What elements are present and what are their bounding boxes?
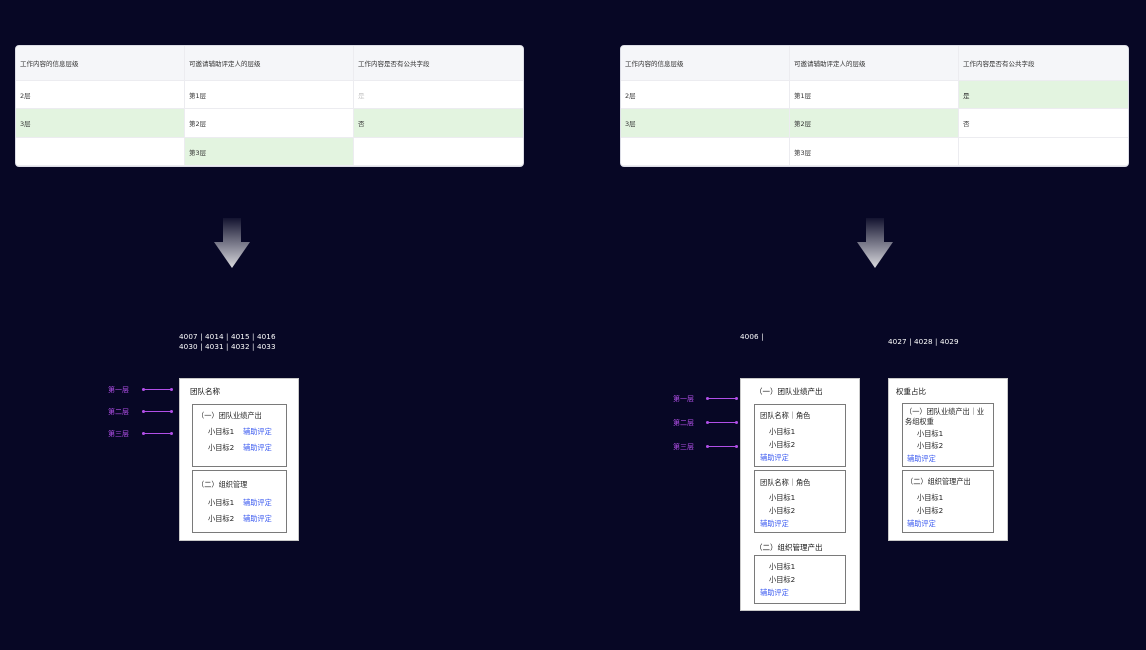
assist-evaluate-link[interactable]: 辅助评定: [760, 588, 789, 598]
level-label-3: 第三层: [673, 443, 694, 451]
level-dot: [170, 388, 173, 391]
level-label-2: 第二层: [108, 408, 129, 416]
table-cell: [621, 138, 790, 166]
assist-evaluate-link[interactable]: 辅助评定: [243, 443, 272, 453]
team-role-title: 团队名称｜角色: [760, 411, 811, 420]
table-cell: [16, 138, 185, 166]
sub-goal: 小目标2: [769, 440, 796, 449]
level-connector: [708, 398, 736, 399]
group-box: （一）团队业绩产出｜业 务组权重 小目标1 小目标2 辅助评定: [902, 403, 994, 467]
table-cell: 第2层: [790, 109, 959, 138]
group-title-cont: 务组权重: [905, 417, 934, 426]
sub-goal: 小目标1: [917, 429, 944, 438]
card-title: 权重占比: [896, 387, 926, 396]
table-cell: 是: [354, 81, 523, 109]
team-role-box: 团队名称｜角色 小目标1 小目标2 辅助评定: [754, 404, 846, 467]
sub-goal: 小目标2: [769, 506, 796, 515]
table-header: 可邀请辅助评定人的层级: [185, 46, 354, 81]
group-box: （二）组织管理产出 小目标1 小目标2 辅助评定: [902, 470, 994, 533]
level-label-1: 第一层: [673, 395, 694, 403]
level-dot: [735, 445, 738, 448]
table-cell: 2层: [16, 81, 185, 109]
sub-goal: 小目标1: [208, 498, 235, 507]
table-cell: 第3层: [185, 138, 354, 166]
level-label-3: 第三层: [108, 430, 129, 438]
group-title: （一）团队业绩产出: [197, 411, 262, 420]
level-label-1: 第一层: [108, 386, 129, 394]
group-title: （二）组织管理: [197, 480, 248, 489]
table-cell: [354, 138, 523, 166]
table-cell: 3层: [16, 109, 185, 138]
table-cell: 否: [354, 109, 523, 138]
group-title: （一）团队业绩产出｜业: [905, 407, 985, 416]
table-cell: 第2层: [185, 109, 354, 138]
assist-evaluate-link[interactable]: 辅助评定: [243, 427, 272, 437]
group-box: 小目标1 小目标2 辅助评定: [754, 555, 846, 604]
table-cell: 是: [959, 81, 1128, 109]
left-code-label: 4007 | 4014 | 4015 | 4016 4030 | 4031 | …: [179, 332, 276, 352]
sub-goal: 小目标2: [769, 575, 796, 584]
assist-evaluate-link[interactable]: 辅助评定: [907, 519, 936, 529]
table-header: 工作内容的信息层级: [621, 46, 790, 81]
group-box: （一）团队业绩产出 小目标1 辅助评定 小目标2 辅助评定: [192, 404, 287, 467]
assist-evaluate-link[interactable]: 辅助评定: [243, 498, 272, 508]
performance-card: （一）团队业绩产出 团队名称｜角色 小目标1 小目标2 辅助评定 团队名称｜角色…: [740, 378, 860, 611]
team-role-box: 团队名称｜角色 小目标1 小目标2 辅助评定: [754, 470, 846, 533]
sub-goal: 小目标1: [769, 427, 796, 436]
sub-goal: 小目标2: [208, 514, 235, 523]
weight-card: 权重占比 （一）团队业绩产出｜业 务组权重 小目标1 小目标2 辅助评定 （二）…: [888, 378, 1008, 541]
level-dot: [735, 397, 738, 400]
table-header: 工作内容是否有公共字段: [354, 46, 523, 81]
table-cell: 第1层: [790, 81, 959, 109]
level-label-2: 第二层: [673, 419, 694, 427]
table-cell: 第3层: [790, 138, 959, 166]
group-box: （二）组织管理 小目标1 辅助评定 小目标2 辅助评定: [192, 470, 287, 533]
table-header: 工作内容是否有公共字段: [959, 46, 1128, 81]
team-role-title: 团队名称｜角色: [760, 478, 811, 487]
sub-goal: 小目标2: [917, 506, 944, 515]
table-header: 可邀请辅助评定人的层级: [790, 46, 959, 81]
sub-goal: 小目标2: [208, 443, 235, 452]
sub-goal: 小目标1: [769, 562, 796, 571]
code-line: 4030 | 4031 | 4032 | 4033: [179, 342, 276, 351]
level-connector: [144, 433, 171, 434]
table-cell: 否: [959, 109, 1128, 138]
table-header: 工作内容的信息层级: [16, 46, 185, 81]
level-connector: [144, 389, 171, 390]
group-title: （二）组织管理产出: [906, 477, 971, 486]
level-connector: [708, 422, 736, 423]
level-dot: [170, 432, 173, 435]
sub-goal: 小目标2: [917, 441, 944, 450]
team-card: 团队名称 （一）团队业绩产出 小目标1 辅助评定 小目标2 辅助评定 （二）组织…: [179, 378, 299, 541]
sub-goal: 小目标1: [769, 493, 796, 502]
table-cell: [959, 138, 1128, 166]
left-info-table: 工作内容的信息层级 可邀请辅助评定人的层级 工作内容是否有公共字段 2层 第1层…: [15, 45, 524, 167]
assist-evaluate-link[interactable]: 辅助评定: [907, 454, 936, 464]
table-cell: 3层: [621, 109, 790, 138]
level-dot: [170, 410, 173, 413]
sub-goal: 小目标1: [208, 427, 235, 436]
code-line: 4007 | 4014 | 4015 | 4016: [179, 332, 276, 341]
assist-evaluate-link[interactable]: 辅助评定: [760, 453, 789, 463]
right-code-label: 4027 | 4028 | 4029: [888, 337, 959, 346]
right-info-table: 工作内容的信息层级 可邀请辅助评定人的层级 工作内容是否有公共字段 2层 第1层…: [620, 45, 1129, 167]
level-dot: [735, 421, 738, 424]
level-connector: [708, 446, 736, 447]
assist-evaluate-link[interactable]: 辅助评定: [243, 514, 272, 524]
table-cell: 2层: [621, 81, 790, 109]
arrow-down-icon: [857, 218, 893, 268]
mid-code-label: 4006 |: [740, 332, 764, 341]
group-title: （二）组织管理产出: [755, 543, 823, 552]
card-title: 团队名称: [190, 387, 220, 396]
assist-evaluate-link[interactable]: 辅助评定: [760, 519, 789, 529]
table-cell: 第1层: [185, 81, 354, 109]
sub-goal: 小目标1: [917, 493, 944, 502]
level-connector: [144, 411, 171, 412]
card-title: （一）团队业绩产出: [755, 387, 823, 396]
arrow-down-icon: [214, 218, 250, 268]
